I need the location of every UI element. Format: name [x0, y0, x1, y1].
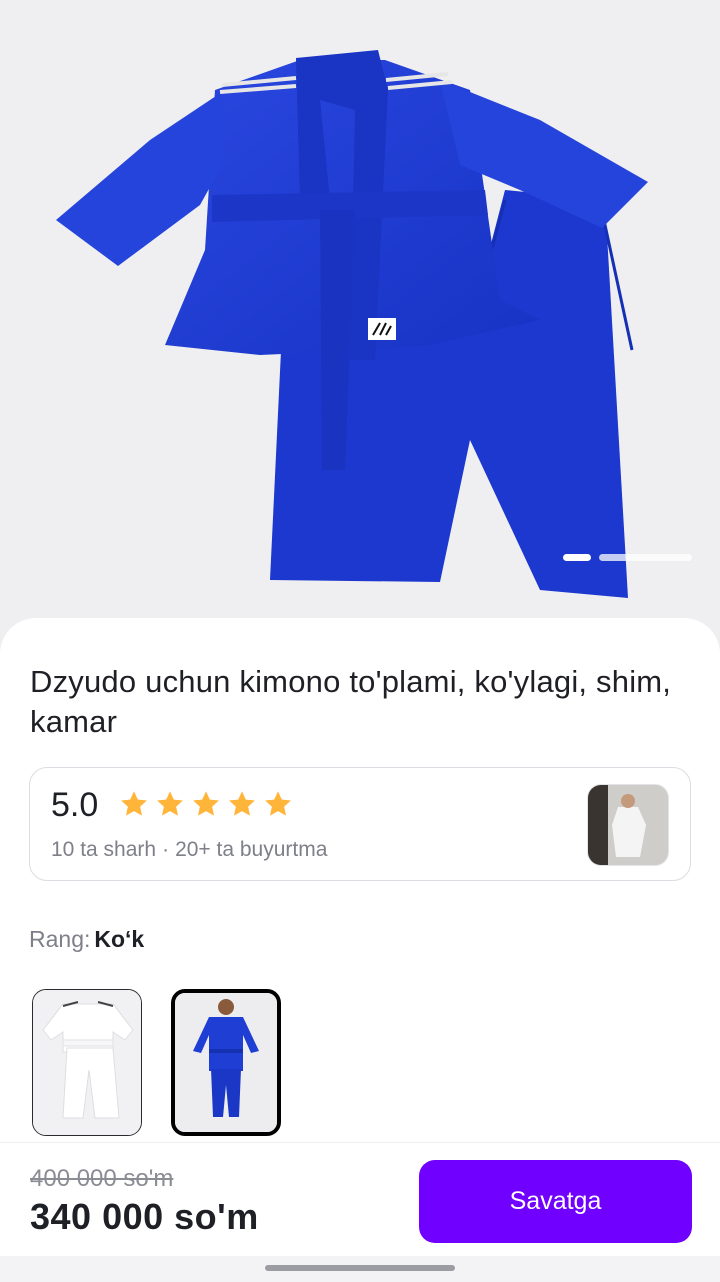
review-photo: [588, 785, 668, 865]
blue-kimono-thumbnail: [175, 993, 277, 1132]
color-label-text: Rang:: [29, 926, 91, 952]
star-icon: [265, 791, 291, 816]
system-navigation-area: [0, 1256, 720, 1282]
rating-summary-card[interactable]: 5.0 10 ta sharh · 20+ ta buyurtma: [29, 767, 691, 881]
gallery-pagination: [563, 554, 692, 562]
star-icon: [229, 791, 255, 816]
home-indicator[interactable]: [265, 1265, 455, 1271]
product-title: Dzyudo uchun kimono to'plami, ko'ylagi, …: [30, 664, 672, 739]
meta-separator: ·: [162, 838, 170, 861]
color-option-white[interactable]: [32, 989, 142, 1136]
gallery-dot: [599, 554, 692, 561]
color-option-blue[interactable]: [171, 989, 281, 1136]
rating-meta: 10 ta sharh · 20+ ta buyurtma: [51, 838, 327, 862]
selected-color-name: Ko‘k: [94, 926, 145, 952]
rating-score: 5.0: [51, 786, 99, 824]
star-icon: [157, 791, 183, 816]
star-icon: [121, 791, 147, 816]
rating-stars: [118, 788, 294, 820]
review-photo-thumbnail[interactable]: [587, 784, 669, 866]
star-icon: [193, 791, 219, 816]
current-price: 340 000 so'm: [30, 1196, 259, 1237]
color-selector-label: Rang: Ko‘k: [29, 926, 144, 953]
product-image-gallery[interactable]: [0, 0, 720, 660]
white-kimono-thumbnail: [33, 990, 141, 1135]
order-count: 20+ ta buyurtma: [175, 838, 328, 861]
add-to-cart-button[interactable]: Savatga: [419, 1160, 692, 1243]
purchase-bar: 400 000 so'm 340 000 so'm Savatga: [0, 1142, 720, 1256]
review-count: 10 ta sharh: [51, 838, 157, 861]
gallery-dot-active: [563, 554, 591, 561]
old-price: 400 000 so'm: [30, 1165, 174, 1192]
